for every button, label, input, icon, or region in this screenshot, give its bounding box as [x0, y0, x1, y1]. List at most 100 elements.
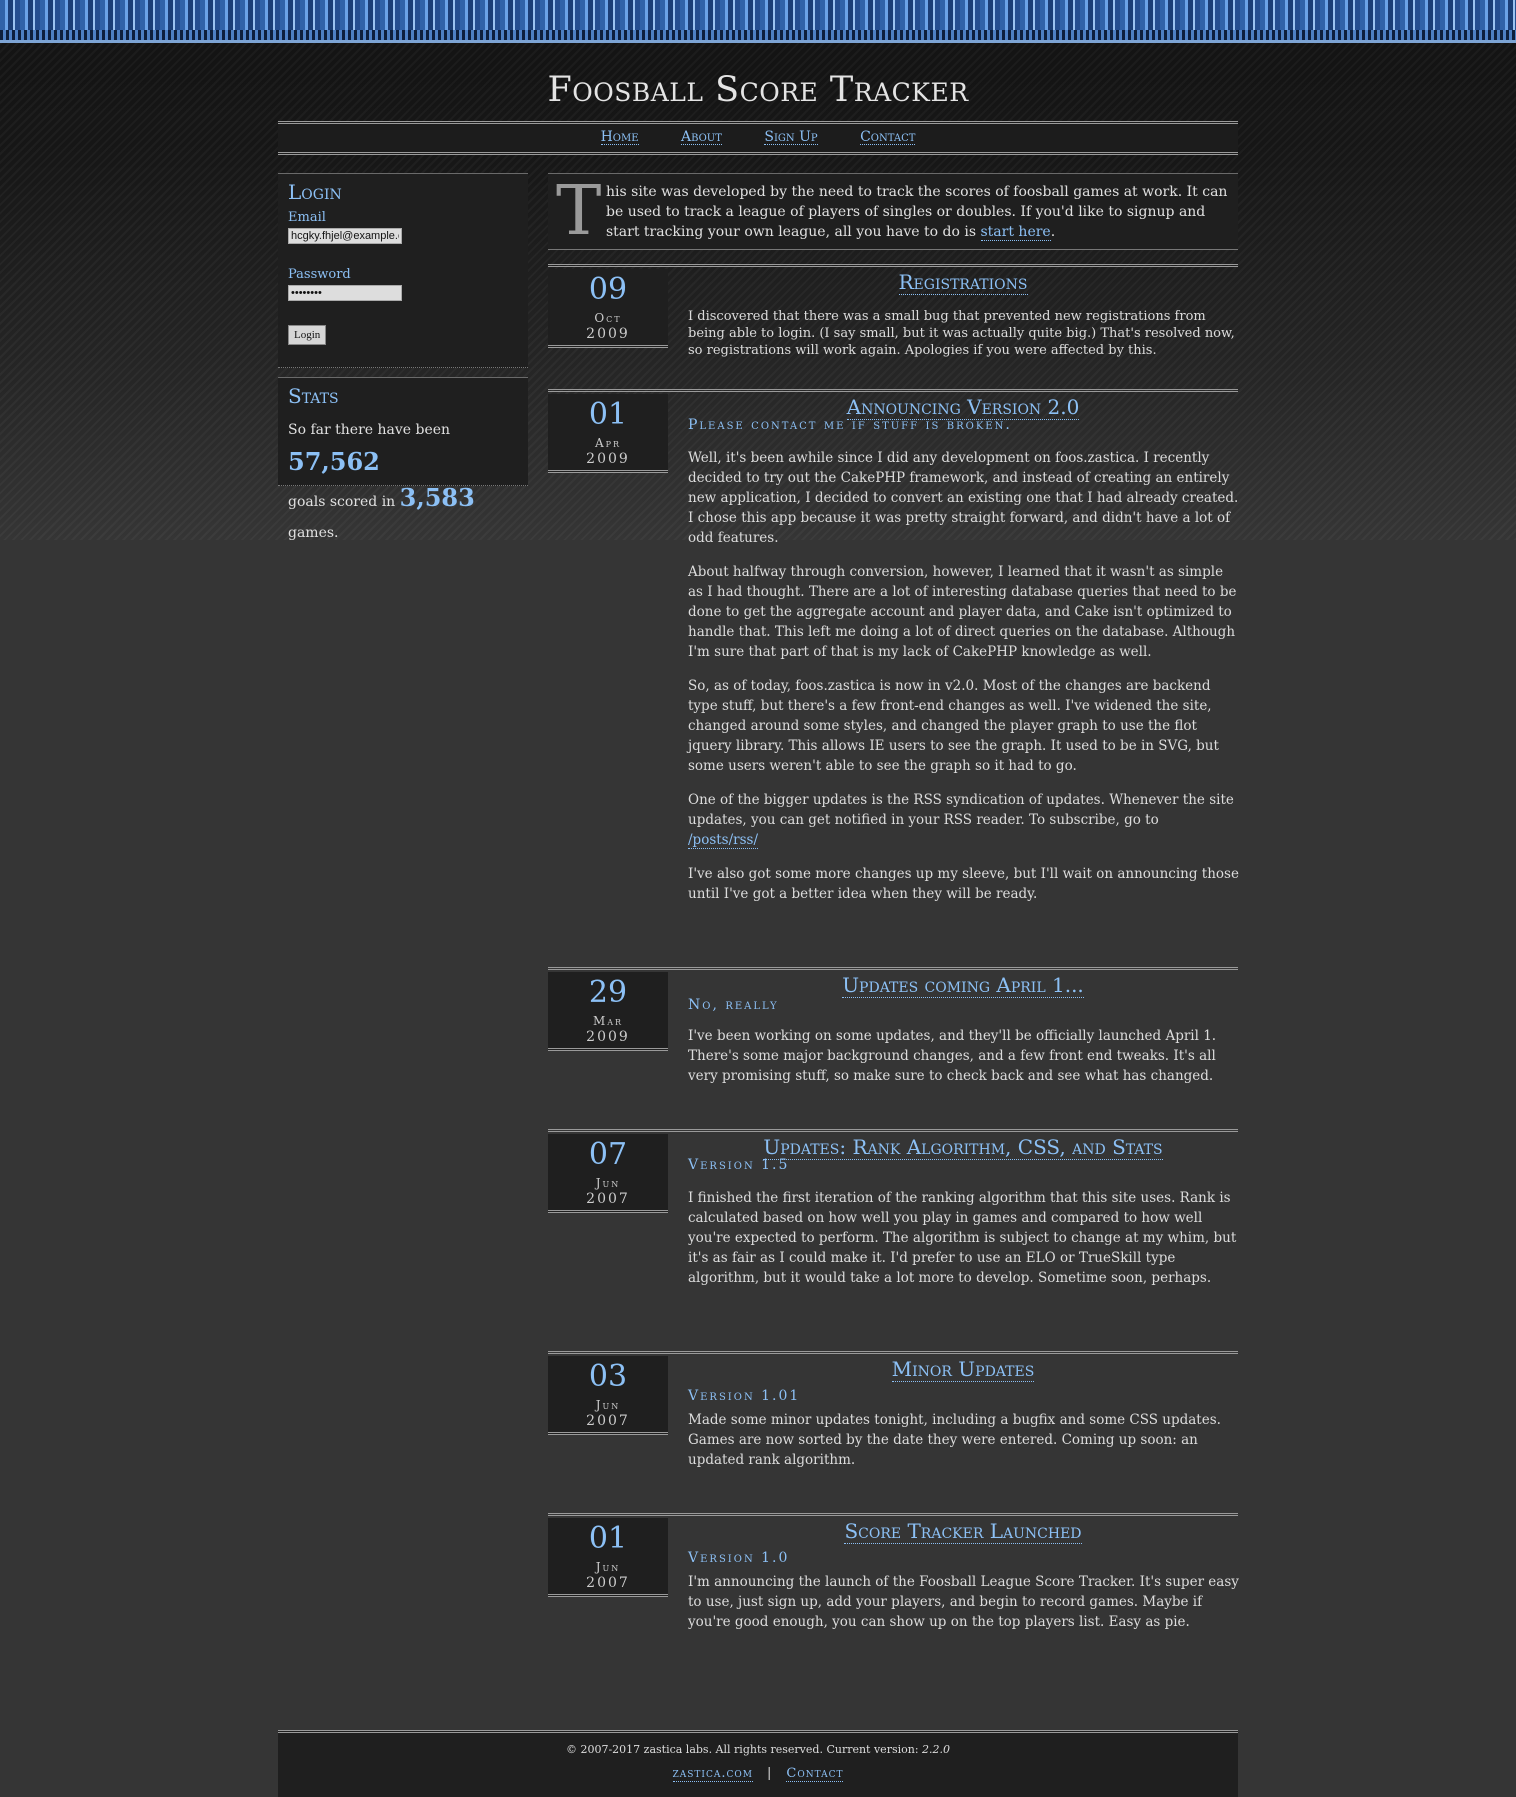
post-paragraph-rss: One of the bigger updates is the RSS syn… — [688, 790, 1240, 850]
post-date: 29 Mar 2009 — [548, 972, 668, 1051]
intro-dropcap: T — [556, 172, 602, 251]
email-field[interactable] — [288, 228, 402, 244]
post-rank-algorithm: 07 Jun 2007 Updates: Rank Algorithm, CSS… — [548, 1129, 1238, 1312]
post-paragraph: I've been working on some updates, and t… — [688, 1028, 1217, 1084]
intro-text: his site was developed by the need to tr… — [606, 182, 1231, 242]
post-paragraph: I've also got some more changes up my sl… — [688, 866, 1239, 902]
post-day: 01 — [588, 1521, 628, 1556]
post-title: Announcing Version 2.0 — [688, 395, 1238, 420]
footer-links: zastica.com | Contact — [278, 1766, 1238, 1782]
intro-box: T his site was developed by the need to … — [548, 173, 1238, 250]
post-paragraph: Well, it's been awhile since I did any d… — [688, 450, 1239, 546]
post-title-link[interactable]: Minor Updates — [891, 1357, 1035, 1382]
login-heading: Login — [288, 180, 342, 204]
post-day: 29 — [588, 975, 628, 1010]
post-title: Updates: Rank Algorithm, CSS, and Stats — [688, 1135, 1238, 1160]
goals-count: 57,562 — [288, 447, 380, 476]
post-registrations: 09 Oct 2009 Registrations I discovered t… — [548, 264, 1238, 367]
stats-text-3: games. — [288, 525, 339, 541]
version-number: 2.2.0 — [922, 1743, 951, 1756]
post-paragraph: I discovered that there was a small bug … — [688, 309, 1235, 358]
post-year: 2007 — [586, 1575, 630, 1591]
footer-separator: | — [766, 1766, 773, 1781]
post-title: Minor Updates — [688, 1357, 1238, 1382]
stats-text-1: So far there have been — [288, 422, 451, 438]
post-year: 2009 — [586, 1029, 630, 1045]
post-date: 09 Oct 2009 — [548, 269, 668, 348]
post-month: Apr — [594, 436, 622, 450]
post-paragraph: I finished the first iteration of the ra… — [688, 1190, 1237, 1286]
post-subtitle: Version 1.5 — [688, 1157, 790, 1173]
post-body: Made some minor updates tonight, includi… — [688, 1410, 1240, 1484]
start-here-link[interactable]: start here — [980, 224, 1051, 241]
post-title: Updates coming April 1... — [688, 973, 1238, 998]
post-version-2: 01 Apr 2009 Announcing Version 2.0 Pleas… — [548, 389, 1240, 952]
page-wrapper: Foosball Score Tracker Home About Sign U… — [278, 0, 1240, 1797]
post-score-tracker-launched: 01 Jun 2007 Score Tracker Launched Versi… — [548, 1513, 1240, 1666]
stats-heading: Stats — [288, 384, 339, 408]
stats-box: Stats So far there have been 57,562 goal… — [278, 377, 528, 541]
post-body: I've been working on some updates, and t… — [688, 1026, 1240, 1100]
main-nav: Home About Sign Up Contact — [278, 121, 1238, 155]
footer-link-zastica[interactable]: zastica.com — [672, 1766, 753, 1782]
login-box: Login Email Password Login — [278, 173, 528, 368]
post-title: Score Tracker Launched — [688, 1519, 1238, 1544]
post-date: 01 Jun 2007 — [548, 1518, 668, 1597]
post-year: 2009 — [586, 451, 630, 467]
stats-text: So far there have been 57,562 goals scor… — [288, 415, 523, 549]
post-subtitle: Please contact me if stuff is broken. — [688, 417, 1012, 433]
post-title-link[interactable]: Updates: Rank Algorithm, CSS, and Stats — [763, 1135, 1163, 1160]
post-year: 2009 — [586, 326, 630, 342]
post-month: Oct — [594, 311, 622, 325]
post-subtitle: Version 1.01 — [688, 1388, 801, 1404]
post-body: Well, it's been awhile since I did any d… — [688, 448, 1240, 918]
footer: © 2007-2017 zastica labs. All rights res… — [278, 1730, 1238, 1797]
post-updates-april: 29 Mar 2009 Updates coming April 1... No… — [548, 967, 1238, 1100]
password-field[interactable] — [288, 285, 402, 301]
post-paragraph: I'm announcing the launch of the Foosbal… — [688, 1574, 1239, 1630]
intro-body: his site was developed by the need to tr… — [606, 184, 1228, 240]
rss-link[interactable]: /posts/rss/ — [688, 832, 759, 849]
post-paragraph: Made some minor updates tonight, includi… — [688, 1412, 1221, 1468]
login-button[interactable]: Login — [288, 325, 327, 345]
post-day: 01 — [588, 397, 628, 432]
post-minor-updates: 03 Jun 2007 Minor Updates Version 1.01 M… — [548, 1351, 1238, 1484]
post-title: Registrations — [688, 270, 1238, 295]
post-date: 07 Jun 2007 — [548, 1134, 668, 1213]
post-day: 07 — [588, 1137, 628, 1172]
intro-end: . — [1050, 224, 1056, 240]
post-year: 2007 — [586, 1191, 630, 1207]
post-day: 03 — [588, 1359, 628, 1394]
post-paragraph: About halfway through conversion, howeve… — [688, 564, 1237, 660]
nav-about[interactable]: About — [680, 130, 722, 145]
rss-text: One of the bigger updates is the RSS syn… — [688, 792, 1234, 828]
email-label: Email — [288, 210, 326, 225]
stats-text-2: goals scored in — [288, 494, 400, 510]
post-title-link[interactable]: Score Tracker Launched — [844, 1519, 1082, 1544]
post-month: Jun — [595, 1560, 621, 1574]
post-title-link[interactable]: Registrations — [898, 270, 1028, 295]
copyright-text: © 2007-2017 zastica labs. All rights res… — [565, 1743, 923, 1756]
post-month: Jun — [595, 1176, 621, 1190]
nav-contact[interactable]: Contact — [860, 130, 916, 145]
password-label: Password — [288, 267, 351, 282]
post-body: I finished the first iteration of the ra… — [688, 1188, 1240, 1302]
footer-copyright: © 2007-2017 zastica labs. All rights res… — [278, 1743, 1238, 1756]
site-title: Foosball Score Tracker — [547, 70, 969, 110]
post-month: Jun — [595, 1398, 621, 1412]
post-paragraph: So, as of today, foos.zastica is now in … — [688, 678, 1219, 774]
post-title-link[interactable]: Updates coming April 1... — [842, 973, 1084, 998]
games-count: 3,583 — [399, 483, 475, 512]
post-body: I discovered that there was a small bug … — [688, 308, 1240, 373]
post-month: Mar — [592, 1014, 624, 1028]
nav-sign-up[interactable]: Sign Up — [764, 130, 818, 145]
post-date: 01 Apr 2009 — [548, 394, 668, 473]
post-day: 09 — [588, 272, 628, 307]
post-body: I'm announcing the launch of the Foosbal… — [688, 1572, 1240, 1646]
post-subtitle: Version 1.0 — [688, 1550, 790, 1566]
post-year: 2007 — [586, 1413, 630, 1429]
footer-link-contact[interactable]: Contact — [786, 1766, 844, 1782]
post-date: 03 Jun 2007 — [548, 1356, 668, 1435]
post-subtitle: No, really — [688, 997, 779, 1013]
nav-home[interactable]: Home — [600, 130, 639, 145]
